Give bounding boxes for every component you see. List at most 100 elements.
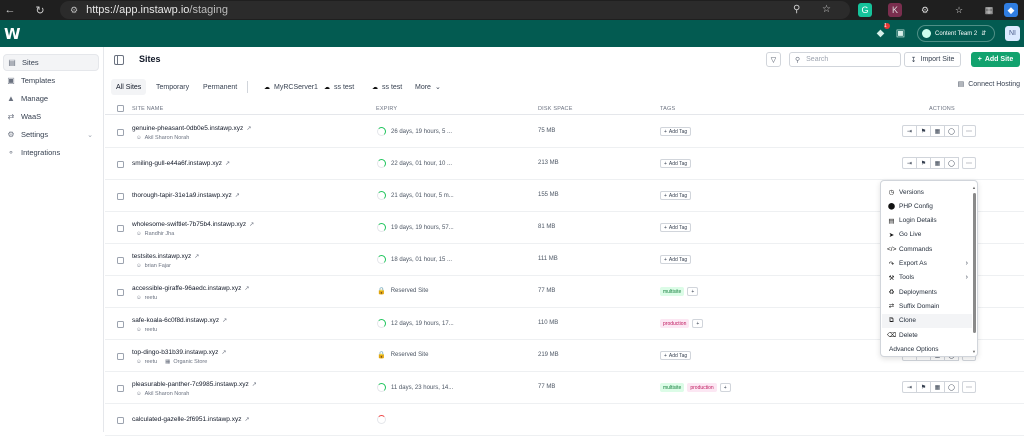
row-checkbox[interactable] [117, 257, 124, 264]
menu-item-login-details[interactable]: ▤ Login Details [882, 214, 972, 228]
row-checkbox[interactable] [117, 193, 124, 200]
menu-item-suffix-domain[interactable]: ⇄ Suffix Domain [882, 299, 972, 313]
site-name-link[interactable]: smiling-gull-e44a6f.instawp.xyz ↗ [132, 160, 230, 167]
select-all-checkbox[interactable] [117, 105, 124, 112]
login-action-icon[interactable]: ⇥ [902, 157, 917, 169]
menu-item-commands[interactable]: </> Commands [882, 242, 972, 256]
sidebar-item-manage[interactable]: ▲ Manage [3, 90, 99, 107]
sidebar-item-templates[interactable]: ▣ Templates [3, 72, 99, 89]
external-link-icon[interactable]: ↗ [194, 254, 199, 260]
tab-permanent[interactable]: Permanent [198, 79, 242, 95]
external-link-icon[interactable]: ↗ [225, 161, 230, 167]
scroll-down-icon[interactable]: ▼ [972, 349, 976, 354]
add-tag-button[interactable]: + Add Tag [660, 127, 692, 136]
sidebar-toggle-icon[interactable] [114, 55, 124, 65]
grid-action-icon[interactable]: ▦ [930, 157, 945, 169]
table-row[interactable]: calculated-gazelle-2f6951.instawp.xyz ↗ [105, 404, 1024, 436]
lock-action-icon[interactable]: ◯ [944, 157, 959, 169]
menu-item-export-as[interactable]: ↷ Export As › [882, 257, 972, 271]
login-action-icon[interactable]: ⇥ [902, 125, 917, 137]
grid-action-icon[interactable]: ▦ [930, 125, 945, 137]
tag-chip[interactable]: multisite [660, 383, 685, 392]
grid-action-icon[interactable]: ▦ [930, 381, 945, 393]
external-link-icon[interactable]: ↗ [252, 382, 257, 388]
favorites-icon[interactable]: ☆ [952, 3, 966, 17]
collections-icon[interactable]: ▦ [982, 3, 996, 17]
menu-item-deployments[interactable]: ♻ Deployments [882, 285, 972, 299]
tab-server-ss-test-1[interactable]: ☁ ss test [319, 79, 359, 95]
add-tag-plus-button[interactable]: + [719, 383, 731, 392]
site-name-link[interactable]: testsites.instawp.xyz ↗ [132, 253, 199, 260]
site-name-link[interactable]: wholesome-swiftlet-7b75b4.instawp.xyz ↗ [132, 221, 254, 228]
import-site-button[interactable]: ↧ Import Site [904, 52, 961, 67]
scroll-up-icon[interactable]: ▲ [972, 185, 976, 190]
row-checkbox[interactable] [117, 385, 124, 392]
row-checkbox[interactable] [117, 129, 124, 136]
tab-more[interactable]: More ⌄ [410, 79, 446, 95]
messages-icon[interactable]: ▣ [894, 27, 907, 40]
menu-item-tools[interactable]: ⚒ Tools › [882, 271, 972, 285]
more-actions-icon[interactable]: ⋯ [962, 125, 976, 137]
scrollbar-thumb[interactable] [973, 193, 976, 333]
add-tag-plus-button[interactable]: + [692, 319, 704, 328]
row-checkbox[interactable] [117, 321, 124, 328]
search-input[interactable]: ⚲ Search [789, 52, 901, 67]
sidebar-item-sites[interactable]: ▤ Sites [3, 54, 99, 71]
add-tag-button[interactable]: + Add Tag [660, 191, 692, 200]
flag-action-icon[interactable]: ⚑ [916, 125, 931, 137]
menu-item-go-live[interactable]: ➤ Go Live [882, 228, 972, 242]
external-link-icon[interactable]: ↗ [222, 318, 227, 324]
tag-chip[interactable]: production [687, 383, 717, 392]
external-link-icon[interactable]: ↗ [249, 222, 254, 228]
flag-action-icon[interactable]: ⚑ [916, 381, 931, 393]
add-tag-plus-button[interactable]: + [687, 287, 699, 296]
bookmark-star-icon[interactable]: ☆ [822, 4, 831, 15]
user-avatar[interactable]: NI [1005, 26, 1020, 41]
row-checkbox[interactable] [117, 161, 124, 168]
sidebar-item-settings[interactable]: ⚙ Settings ⌄ [3, 126, 99, 143]
extension-k-icon[interactable]: K [888, 3, 902, 17]
sidebar-item-waas[interactable]: ⇄ WaaS [3, 108, 99, 125]
add-tag-button[interactable]: + Add Tag [660, 255, 692, 264]
site-info-icon[interactable]: ⚙ [70, 5, 78, 16]
external-link-icon[interactable]: ↗ [235, 193, 240, 199]
row-checkbox[interactable] [117, 289, 124, 296]
site-name-link[interactable]: accessible-giraffe-96aedc.instawp.xyz ↗ [132, 285, 249, 292]
menu-item-versions[interactable]: ◷ Versions [882, 185, 972, 199]
back-icon[interactable]: ← [3, 3, 17, 17]
extension-grammarly-icon[interactable]: G [858, 3, 872, 17]
site-name-link[interactable]: top-dingo-b31b39.instawp.xyz ↗ [132, 349, 226, 356]
menu-item-delete[interactable]: ⌫ Delete [882, 328, 972, 342]
team-switcher[interactable]: Content Team 2 ⇵ [917, 25, 995, 42]
row-checkbox[interactable] [117, 225, 124, 232]
filter-button[interactable]: ▽ [766, 52, 781, 67]
tab-server-myrcserver1[interactable]: ☁ MyRCServer1 [259, 79, 323, 95]
tab-temporary[interactable]: Temporary [151, 79, 194, 95]
external-link-icon[interactable]: ↗ [221, 350, 226, 356]
notifications-icon[interactable]: ◆ 1 [874, 23, 890, 40]
table-row[interactable]: genuine-pheasant-0db0e5.instawp.xyz ↗ ☺ Aki… [105, 116, 1024, 148]
add-site-button[interactable]: + Add Site [971, 52, 1020, 67]
external-link-icon[interactable]: ↗ [244, 417, 249, 423]
external-link-icon[interactable]: ↗ [246, 126, 251, 132]
external-link-icon[interactable]: ↗ [244, 286, 249, 292]
copilot-icon[interactable]: ◆ [1004, 3, 1018, 17]
login-action-icon[interactable]: ⇥ [902, 381, 917, 393]
lock-action-icon[interactable]: ◯ [944, 381, 959, 393]
sidebar-item-integrations[interactable]: ⚬ Integrations [3, 144, 99, 161]
connect-hosting-button[interactable]: ▤ Connect Hosting [958, 80, 1020, 89]
site-name-link[interactable]: pleasurable-panther-7c9985.instawp.xyz ↗ [132, 381, 257, 388]
menu-item-php-config[interactable]: ⬤ PHP Config [882, 199, 972, 213]
tab-all-sites[interactable]: All Sites [111, 79, 147, 95]
more-actions-icon[interactable]: ⋯ [962, 381, 976, 393]
site-name-link[interactable]: safe-koala-6c0f8d.instawp.xyz ↗ [132, 317, 227, 324]
add-tag-button[interactable]: + Add Tag [660, 159, 692, 168]
site-name-link[interactable]: calculated-gazelle-2f6951.instawp.xyz ↗ [132, 416, 250, 423]
tab-server-ss-test-2[interactable]: ☁ ss test [367, 79, 407, 95]
tag-chip[interactable]: production [660, 319, 690, 328]
instawp-logo[interactable]: W [4, 25, 21, 43]
menu-item-advance-options[interactable]: Advance Options [882, 342, 972, 356]
table-row[interactable]: pleasurable-panther-7c9985.instawp.xyz ↗ ☺… [105, 372, 1024, 404]
menu-item-clone[interactable]: ⧉ Clone [882, 313, 972, 328]
site-name-link[interactable]: genuine-pheasant-0db0e5.instawp.xyz ↗ [132, 125, 251, 132]
